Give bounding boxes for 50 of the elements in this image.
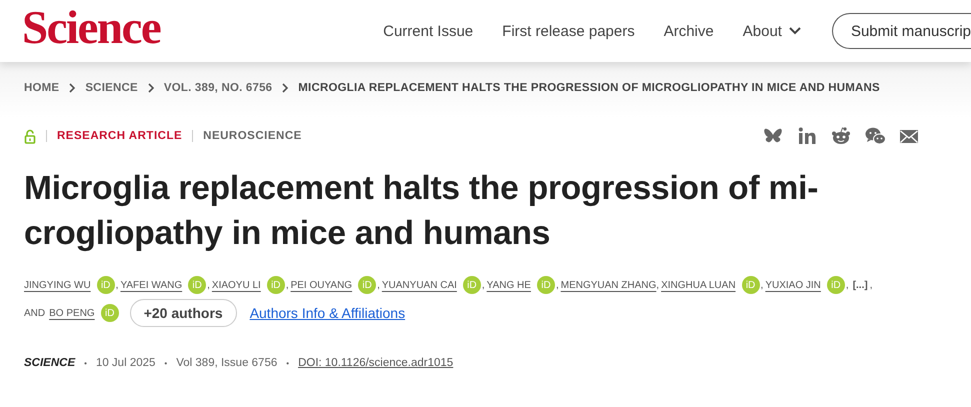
comma: , — [482, 280, 485, 290]
article-type: RESEARCH ARTICLE — [57, 130, 182, 142]
author-ellipsis[interactable]: [...] — [852, 280, 868, 290]
separator-dot: • — [164, 358, 168, 368]
doi-link[interactable]: DOI: 10.1126/science.adr1015 — [298, 357, 454, 369]
comma: , — [846, 280, 849, 290]
comma: , — [207, 280, 210, 290]
author-link[interactable]: YAFEI WANG — [120, 280, 182, 290]
submit-button[interactable]: Submit manuscrip — [832, 13, 971, 49]
reddit-icon[interactable] — [831, 126, 851, 146]
more-authors-button[interactable]: +20 authors — [130, 299, 237, 327]
nav-link[interactable]: Archive — [664, 22, 714, 40]
breadcrumb-link[interactable]: VOL. 389, NO. 6756 — [164, 82, 272, 94]
comma: , — [870, 280, 872, 290]
author-link[interactable]: YANG HE — [486, 280, 531, 290]
author-link[interactable]: PEI OUYANG — [290, 280, 352, 290]
author-link[interactable]: MENGYUAN ZHANG — [560, 280, 656, 290]
comma: , — [556, 280, 559, 290]
nav-dropdown[interactable]: About — [742, 22, 802, 40]
nav-link[interactable]: First release papers — [502, 22, 635, 40]
chevron-right-icon — [146, 83, 155, 93]
linkedin-icon[interactable] — [797, 126, 817, 146]
author-link[interactable]: JINGYING WU — [24, 280, 91, 290]
breadcrumb-link[interactable]: HOME — [24, 82, 60, 94]
article-title: Microglia replacement halts the progression of mi- crogliopathy in mice and humans — [24, 169, 820, 254]
chevron-right-icon — [68, 83, 76, 93]
affiliations-link[interactable]: Authors Info & Affiliations — [250, 305, 406, 321]
comma: , — [286, 280, 289, 290]
nav-link[interactable]: Current Issue — [383, 22, 474, 40]
site-logo[interactable]: Science — [22, 1, 160, 55]
author-link[interactable]: YUANYUAN CAI — [382, 280, 457, 290]
comma: , — [760, 280, 764, 290]
comma: , — [656, 280, 660, 290]
comma: , — [116, 280, 118, 290]
chevron-right-icon — [281, 83, 290, 93]
breadcrumb-current: MICROGLIA REPLACEMENT HALTS THE PROGRESSION OF MICROGLIOPATHY IN MICE AND HUMANS — [298, 82, 880, 94]
subject-link[interactable]: NEUROSCIENCE — [203, 130, 302, 142]
separator-dot: • — [286, 358, 290, 368]
author-link[interactable]: XIAOYU LI — [212, 280, 261, 290]
journal-name: SCIENCE — [24, 357, 76, 369]
publication-date: 10 Jul 2025 — [96, 357, 156, 369]
author-link[interactable]: YUXIAO JIN — [765, 280, 821, 290]
separator-dot: • — [84, 358, 87, 368]
author-link[interactable]: XINGHUA LUAN — [661, 280, 736, 290]
comma: , — [377, 280, 380, 290]
breadcrumb-link[interactable]: SCIENCE — [85, 82, 138, 94]
author-link[interactable]: BO PENG — [49, 308, 95, 318]
volume-issue: Vol 389, Issue 6756 — [176, 357, 278, 369]
conjunction: AND — [24, 308, 46, 318]
chat-bubbles-icon[interactable] — [865, 126, 885, 146]
